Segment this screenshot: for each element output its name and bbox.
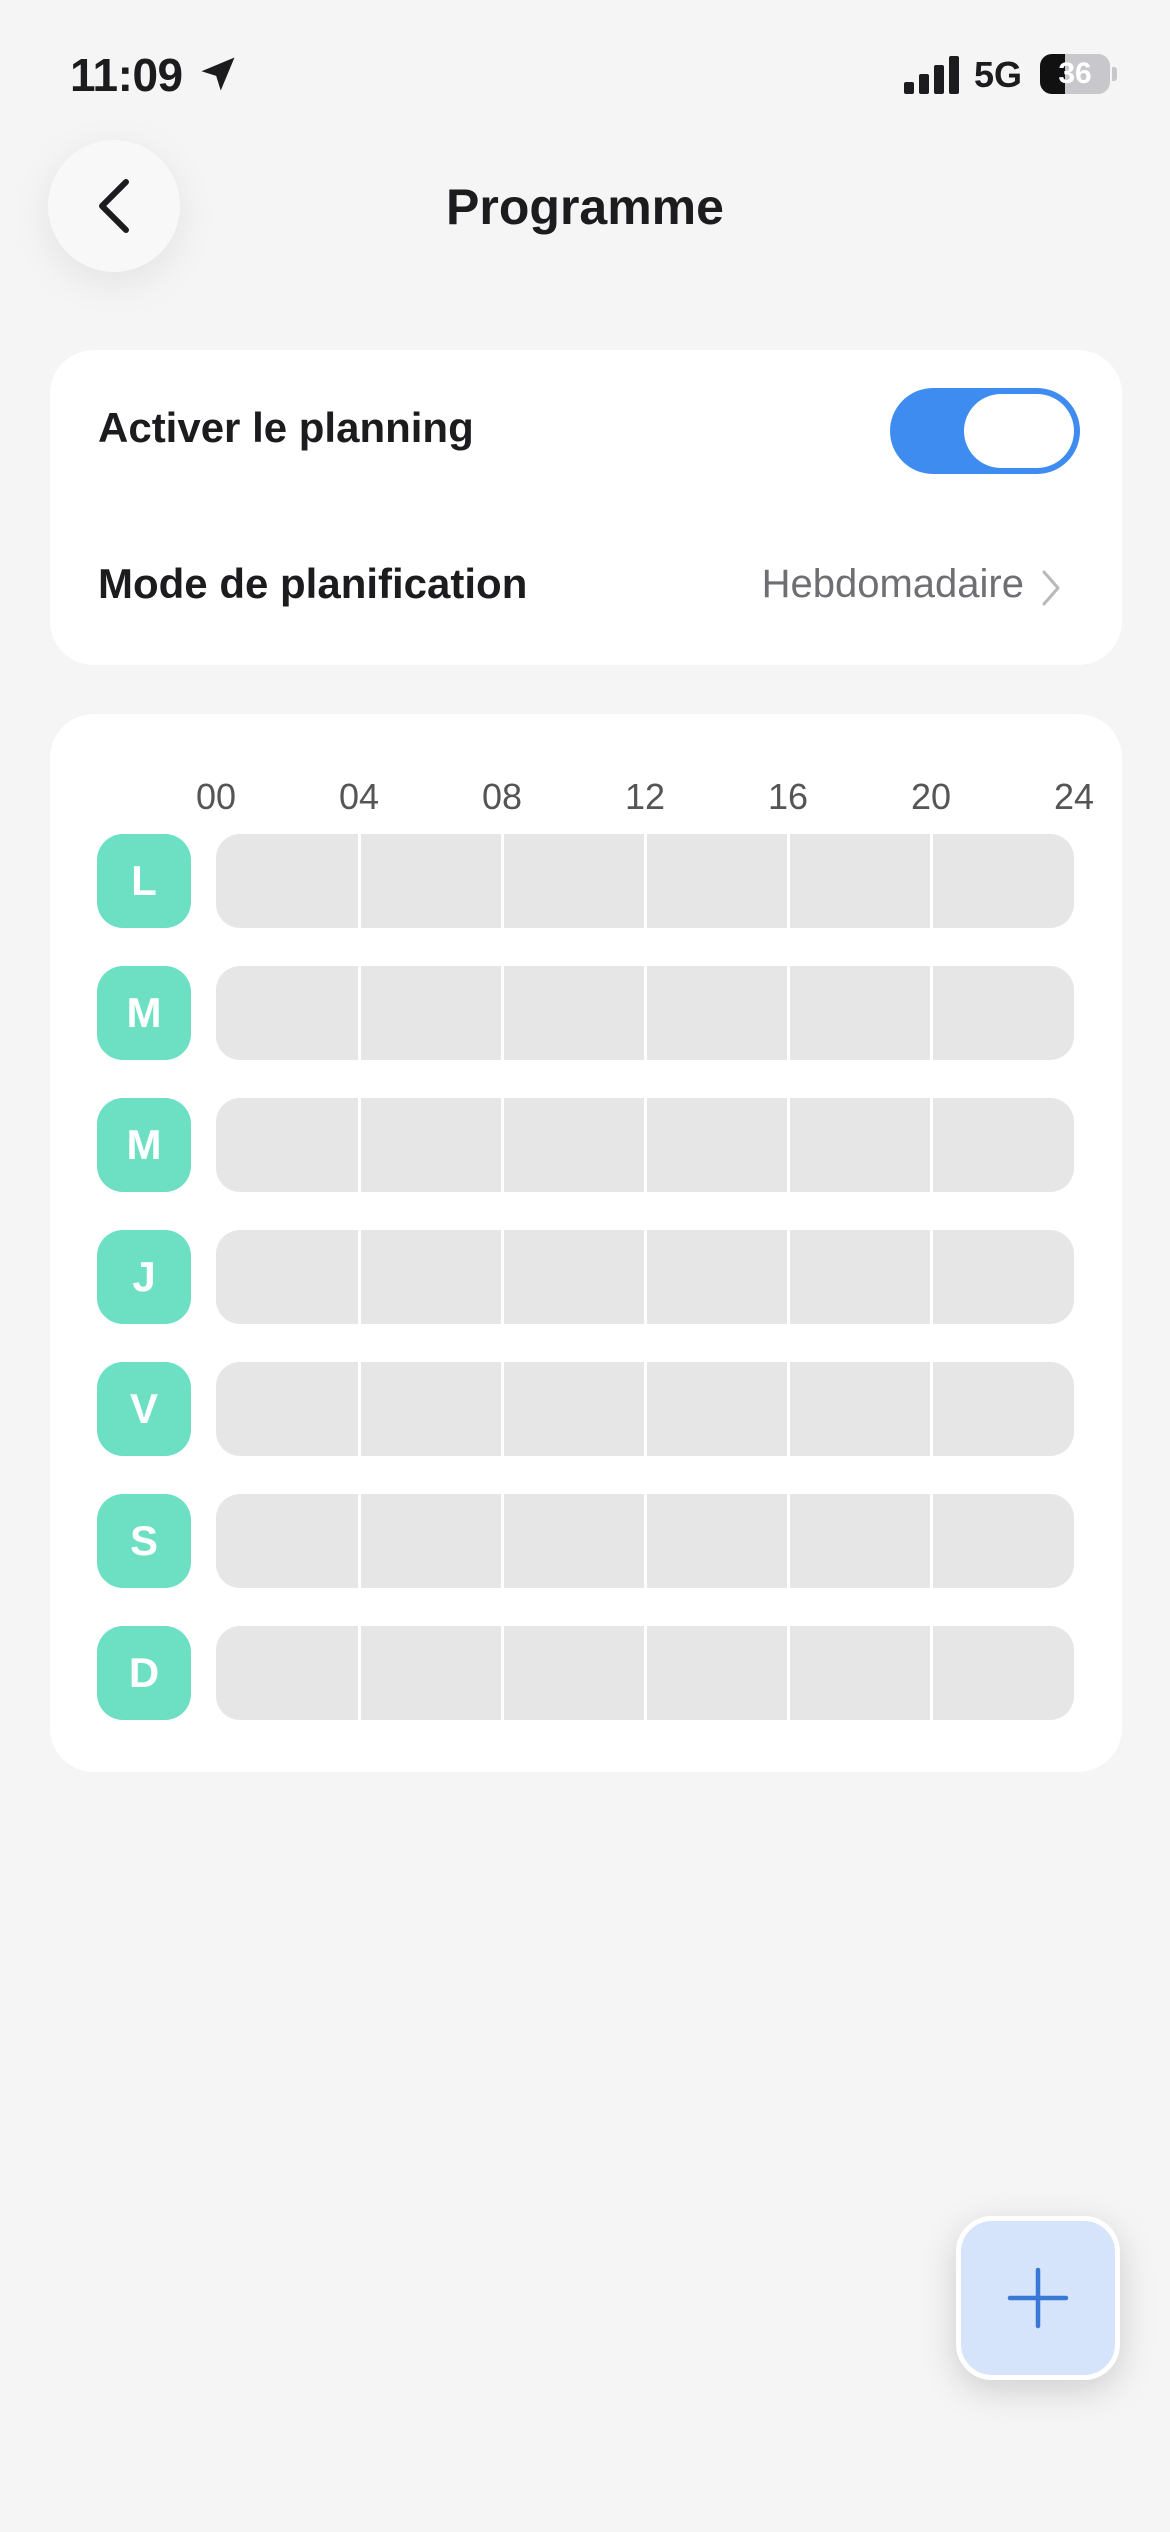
status-time: 11:09	[70, 49, 183, 101]
plus-icon	[1007, 2267, 1069, 2329]
track-divider	[500, 1098, 504, 1192]
track-divider	[786, 1494, 790, 1588]
battery-percent: 36	[1058, 57, 1092, 90]
track-divider	[357, 1230, 361, 1324]
hour-label: 08	[481, 776, 523, 817]
track-divider	[643, 1098, 647, 1192]
day-timeline-track[interactable]	[216, 1098, 1074, 1192]
settings-card: Activer le planning Mode de planificatio…	[50, 350, 1122, 665]
day-timeline-track[interactable]	[216, 1230, 1074, 1324]
schedule-screen: 11:09 5G 36 Programme Activer le plannin…	[0, 0, 1170, 2532]
track-divider	[643, 1626, 647, 1720]
hour-label: 24	[1053, 776, 1095, 817]
track-divider	[786, 1098, 790, 1192]
day-timeline-track[interactable]	[216, 1494, 1074, 1588]
track-divider	[929, 834, 933, 928]
day-timeline-track[interactable]	[216, 834, 1074, 928]
hour-label: 16	[767, 776, 809, 817]
hour-label: 20	[910, 776, 952, 817]
day-badge: D	[97, 1626, 191, 1720]
track-divider	[357, 1098, 361, 1192]
track-divider	[929, 1098, 933, 1192]
day-badge: M	[97, 966, 191, 1060]
track-divider	[357, 966, 361, 1060]
track-divider	[929, 1626, 933, 1720]
track-divider	[929, 1494, 933, 1588]
track-divider	[500, 1494, 504, 1588]
planning-mode-label: Mode de planification	[98, 560, 528, 607]
day-badge: S	[97, 1494, 191, 1588]
hour-label: 12	[624, 776, 666, 817]
planning-mode-value: Hebdomadaire	[761, 562, 1024, 606]
track-divider	[500, 1626, 504, 1720]
track-divider	[786, 1362, 790, 1456]
weekly-schedule-card: 00 04 08 12 16 20 24 L M M J V S D	[50, 714, 1122, 1772]
day-timeline-track[interactable]	[216, 966, 1074, 1060]
status-bar: 11:09 5G 36	[0, 0, 1170, 150]
track-divider	[929, 1362, 933, 1456]
day-badge: J	[97, 1230, 191, 1324]
hour-label: 04	[338, 776, 380, 817]
battery-icon: 36	[1040, 54, 1117, 94]
track-divider	[929, 1230, 933, 1324]
day-badge: V	[97, 1362, 191, 1456]
page-title: Programme	[446, 179, 724, 235]
track-divider	[643, 834, 647, 928]
track-divider	[786, 1230, 790, 1324]
network-type: 5G	[974, 54, 1023, 95]
track-divider	[786, 1626, 790, 1720]
location-arrow-icon	[196, 52, 240, 96]
day-timeline-track[interactable]	[216, 1626, 1074, 1720]
hour-label: 00	[195, 776, 237, 817]
day-badge: L	[97, 834, 191, 928]
track-divider	[500, 966, 504, 1060]
track-divider	[786, 966, 790, 1060]
track-divider	[357, 834, 361, 928]
track-divider	[643, 1494, 647, 1588]
track-divider	[500, 1362, 504, 1456]
track-divider	[643, 966, 647, 1060]
track-divider	[643, 1362, 647, 1456]
track-divider	[357, 1494, 361, 1588]
day-badge: M	[97, 1098, 191, 1192]
track-divider	[500, 834, 504, 928]
signal-bars-icon	[904, 56, 960, 94]
day-timeline-track[interactable]	[216, 1362, 1074, 1456]
track-divider	[643, 1230, 647, 1324]
track-divider	[357, 1362, 361, 1456]
track-divider	[786, 834, 790, 928]
planning-mode-row[interactable]: Mode de planification Hebdomadaire	[50, 350, 1122, 665]
track-divider	[929, 966, 933, 1060]
add-schedule-button[interactable]	[956, 2216, 1120, 2380]
track-divider	[357, 1626, 361, 1720]
track-divider	[500, 1230, 504, 1324]
chevron-right-icon	[1042, 570, 1060, 606]
